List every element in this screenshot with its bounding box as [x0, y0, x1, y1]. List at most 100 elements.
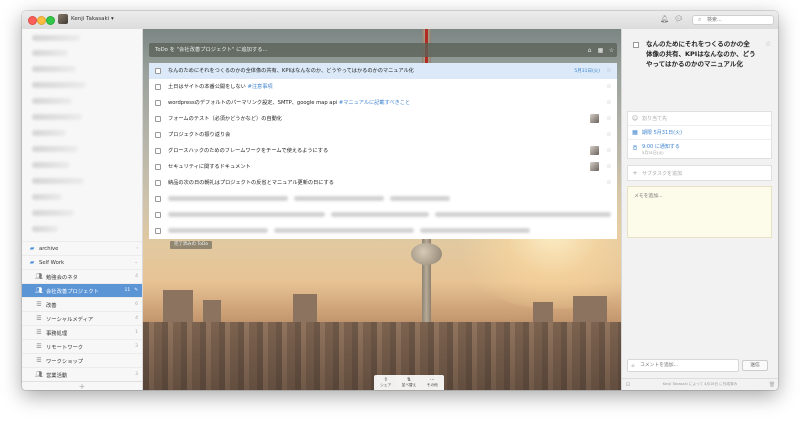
- star-icon[interactable]: ☆: [604, 99, 614, 106]
- chevron-icon[interactable]: ‹: [136, 246, 138, 251]
- list-icon: ☰: [36, 357, 42, 364]
- search-input[interactable]: [707, 16, 767, 24]
- add-list-button[interactable]: +: [22, 381, 142, 390]
- star-icon[interactable]: ☆: [604, 67, 614, 74]
- assignee-avatar: [590, 114, 599, 124]
- blurred-list-item[interactable]: [32, 35, 80, 41]
- pencil-icon[interactable]: ✎: [134, 288, 138, 293]
- calendar-icon[interactable]: ▦: [595, 47, 606, 54]
- background-tower-sphere: [411, 243, 442, 265]
- star-icon[interactable]: ☆: [604, 147, 614, 154]
- bell-icon[interactable]: 🔔︎: [660, 15, 669, 23]
- task-title: なんのためにそれをつくるのかの全体像の共有、KPIはなんなのか、どうやってはかる…: [168, 68, 414, 75]
- star-icon[interactable]: ☆: [606, 47, 617, 54]
- search-box[interactable]: ⌕: [692, 15, 774, 25]
- task-checkbox[interactable]: [155, 179, 161, 186]
- hashtag-link[interactable]: #マニュアルに記載すべきこと: [339, 100, 410, 106]
- list-icon: ☰: [36, 301, 42, 308]
- task-checkbox[interactable]: [155, 163, 161, 170]
- user-menu[interactable]: Kenji Takasaki ▾: [71, 16, 114, 22]
- sidebar-item-workshop[interactable]: ☰ ワークショップ: [22, 353, 142, 367]
- blurred-list-item[interactable]: [32, 146, 78, 152]
- show-completed-button[interactable]: 完了済みの ToDo: [170, 241, 213, 249]
- sidebar-folder-label: Self Work: [39, 259, 65, 266]
- blurred-list-item[interactable]: [32, 114, 82, 120]
- blurred-list-item[interactable]: [32, 82, 86, 88]
- detail-task-checkbox[interactable]: [633, 42, 639, 48]
- sidebar-item-eigyou[interactable]: 👥︎ 営業活動 3: [22, 367, 142, 381]
- task-row[interactable]: 土日はサイトの本番公開をしない #注意事項 ☆: [149, 79, 617, 95]
- sidebar-item-benkyoukai[interactable]: 👥︎ 勉強会のネタ 4: [22, 269, 142, 283]
- blurred-list-item[interactable]: [32, 162, 70, 168]
- blurred-task-row[interactable]: [149, 191, 617, 207]
- note-area[interactable]: [627, 186, 772, 238]
- due-date-row[interactable]: ▦ 期限 5月31日(火): [628, 126, 771, 140]
- sidebar-folder-self-work[interactable]: ▰ Self Work ⌄: [22, 255, 142, 269]
- share-button[interactable]: ⇪ シェア: [374, 375, 397, 390]
- star-icon[interactable]: ☆: [765, 40, 771, 48]
- sidebar-item-kaizen[interactable]: ☰ 改善 6: [22, 297, 142, 311]
- add-todo-bar[interactable]: ⌂ ▦ ☆: [149, 43, 617, 57]
- blurred-list-item[interactable]: [32, 178, 84, 184]
- note-input[interactable]: [632, 190, 770, 238]
- task-row[interactable]: プロジェクトの振り返り会 ☆: [149, 127, 617, 143]
- microphone-icon[interactable]: ⌂: [584, 47, 595, 54]
- task-checkbox[interactable]: [155, 67, 161, 74]
- task-checkbox[interactable]: [155, 131, 161, 138]
- star-icon[interactable]: ☆: [604, 115, 614, 122]
- sidebar-folder-archive[interactable]: ▰ archive ‹: [22, 241, 142, 255]
- task-row[interactable]: セキュリティに関するドキュメント ☆: [149, 159, 617, 175]
- sort-button[interactable]: ⇅ 並べ替え: [397, 375, 420, 390]
- blurred-list-item[interactable]: [32, 194, 62, 200]
- blurred-task-row[interactable]: [149, 223, 617, 239]
- send-comment-button[interactable]: 送信: [742, 360, 768, 371]
- reminder-row[interactable]: ⏰︎ 9:00 に通知する 5月31日(火): [628, 140, 771, 158]
- star-icon[interactable]: ☆: [604, 179, 614, 186]
- hashtag-link[interactable]: #注意事項: [247, 84, 272, 90]
- task-row[interactable]: 納品の次の日の朝礼はプロジェクトの反省とマニュアル更新の日にする ☆: [149, 175, 617, 191]
- sidebar-item-remote-work[interactable]: ☰ リモートワーク 3: [22, 339, 142, 353]
- blurred-list-item[interactable]: [32, 50, 68, 56]
- close-panel-icon[interactable]: ⊡: [622, 382, 634, 388]
- close-window-button[interactable]: [28, 16, 37, 25]
- sidebar-item-label: 改善: [46, 302, 57, 309]
- task-checkbox[interactable]: [155, 195, 161, 202]
- sidebar-item-social-media[interactable]: ☰ ソーシャルメディア 4: [22, 311, 142, 325]
- blurred-list-item[interactable]: [32, 130, 66, 136]
- more-button[interactable]: ⋯ その他: [421, 375, 444, 390]
- task-row[interactable]: フォームのテスト（必須かどうかなど）の自動化 ☆: [149, 111, 617, 127]
- comment-box[interactable]: ⌀: [627, 359, 739, 372]
- sidebar-item-count: 4: [135, 316, 138, 321]
- sidebar-item-kaisha-kaizen[interactable]: 👥︎ 会社改善プロジェクト 11 ✎: [22, 283, 142, 297]
- star-icon[interactable]: ☆: [604, 163, 614, 170]
- maximize-window-button[interactable]: [46, 16, 55, 25]
- blurred-task-row[interactable]: [149, 207, 617, 223]
- detail-task-title[interactable]: なんのためにそれをつくるのかの全体像の共有、KPIはなんなのか、どうやってはかる…: [646, 39, 756, 69]
- task-checkbox[interactable]: [155, 115, 161, 122]
- chevron-icon[interactable]: ⌄: [134, 260, 138, 265]
- blurred-list-item[interactable]: [32, 66, 76, 72]
- user-avatar[interactable]: [58, 14, 68, 24]
- task-checkbox[interactable]: [155, 211, 161, 218]
- task-checkbox[interactable]: [155, 227, 161, 234]
- blurred-list-item[interactable]: [32, 98, 72, 104]
- comment-input[interactable]: [638, 360, 738, 371]
- minimize-window-button[interactable]: [37, 16, 46, 25]
- task-row[interactable]: なんのためにそれをつくるのかの全体像の共有、KPIはなんなのか、どうやってはかる…: [149, 63, 617, 79]
- task-row[interactable]: グロースハックのためのフレームワークをチームで使えるようにする ☆: [149, 143, 617, 159]
- assign-row[interactable]: ☺ 割り当て先: [628, 112, 771, 126]
- sidebar-item-jimu-shori[interactable]: ☰ 事務処理 1: [22, 325, 142, 339]
- task-checkbox[interactable]: [155, 99, 161, 106]
- task-checkbox[interactable]: [155, 147, 161, 154]
- blurred-list-item[interactable]: [32, 226, 58, 232]
- chat-bubble-icon[interactable]: 💬︎: [674, 15, 683, 23]
- trash-icon[interactable]: 🗑︎: [766, 382, 778, 388]
- star-icon[interactable]: ☆: [604, 131, 614, 138]
- task-row[interactable]: wordpressのデフォルトのパーマリンク設定、SMTP、google map…: [149, 95, 617, 111]
- task-checkbox[interactable]: [155, 83, 161, 90]
- star-icon[interactable]: ☆: [604, 83, 614, 90]
- add-todo-input[interactable]: [153, 44, 584, 56]
- add-subtask-row[interactable]: + サブタスクを追加: [628, 166, 771, 180]
- paperclip-icon[interactable]: ⌀: [628, 363, 638, 369]
- blurred-list-item[interactable]: [32, 210, 74, 216]
